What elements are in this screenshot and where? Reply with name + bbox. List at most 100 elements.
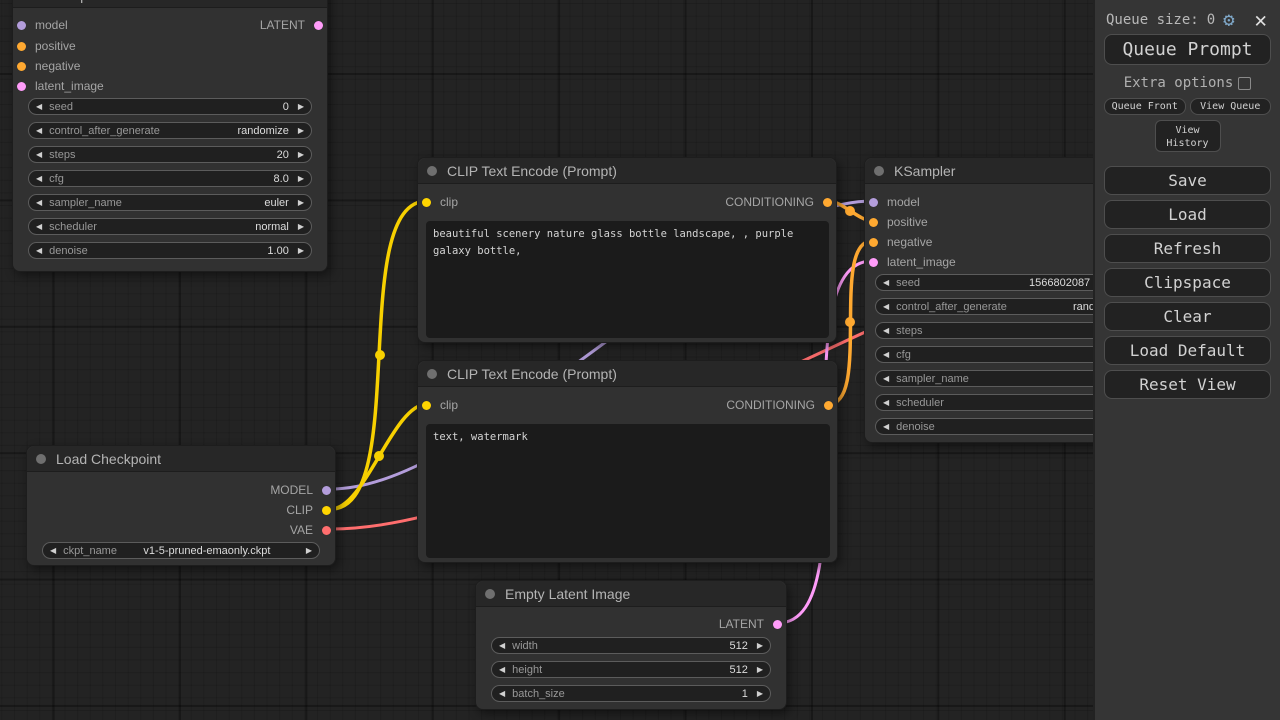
- node-empty-latent-image[interactable]: Empty Latent Image LATENT ◀width512▶ ◀he…: [475, 580, 787, 710]
- node-title-bar[interactable]: Load Checkpoint: [27, 446, 335, 472]
- collapse-dot[interactable]: [36, 454, 46, 464]
- collapse-dot[interactable]: [485, 589, 495, 599]
- output-port-conditioning[interactable]: CONDITIONING: [725, 193, 832, 211]
- increment-arrow-icon[interactable]: ▶: [291, 99, 311, 114]
- input-port-latent-image[interactable]: latent_image: [869, 253, 956, 271]
- queue-front-button[interactable]: Queue Front: [1104, 98, 1186, 115]
- port-dot-clip[interactable]: [322, 506, 331, 515]
- increment-arrow-icon[interactable]: ▶: [750, 662, 770, 677]
- node-load-checkpoint[interactable]: Load Checkpoint MODEL CLIP VAE ◀ckpt_nam…: [26, 445, 336, 566]
- prompt-textarea[interactable]: text, watermark: [426, 424, 830, 558]
- decrement-arrow-icon[interactable]: ◀: [29, 243, 49, 258]
- widget-sampler-name[interactable]: ◀sampler_nameeuler▶: [28, 194, 312, 211]
- collapse-dot[interactable]: [427, 166, 437, 176]
- decrement-arrow-icon[interactable]: ◀: [876, 299, 896, 314]
- port-dot-model[interactable]: [322, 486, 331, 495]
- input-port-positive[interactable]: positive: [17, 37, 76, 55]
- output-port-model[interactable]: MODEL: [270, 481, 331, 499]
- output-port-clip[interactable]: CLIP: [286, 501, 331, 519]
- decrement-arrow-icon[interactable]: ◀: [492, 686, 512, 701]
- settings-gear-icon[interactable]: ⚙: [1223, 12, 1234, 28]
- input-port-clip[interactable]: clip: [422, 193, 458, 211]
- queue-prompt-button[interactable]: Queue Prompt: [1104, 34, 1271, 65]
- view-history-button[interactable]: View History: [1155, 120, 1221, 152]
- decrement-arrow-icon[interactable]: ◀: [29, 171, 49, 186]
- port-dot-latent[interactable]: [17, 82, 26, 91]
- increment-arrow-icon[interactable]: ▶: [291, 195, 311, 210]
- input-port-negative[interactable]: negative: [17, 57, 80, 75]
- decrement-arrow-icon[interactable]: ◀: [492, 662, 512, 677]
- port-dot-latent[interactable]: [314, 21, 323, 30]
- port-dot-conditioning[interactable]: [824, 401, 833, 410]
- decrement-arrow-icon[interactable]: ◀: [29, 147, 49, 162]
- increment-arrow-icon[interactable]: ▶: [299, 543, 319, 558]
- port-dot-conditioning[interactable]: [823, 198, 832, 207]
- increment-arrow-icon[interactable]: ▶: [291, 147, 311, 162]
- node-title-bar[interactable]: Empty Latent Image: [476, 581, 786, 607]
- widget-width[interactable]: ◀width512▶: [491, 637, 771, 654]
- decrement-arrow-icon[interactable]: ◀: [29, 123, 49, 138]
- output-port-conditioning[interactable]: CONDITIONING: [726, 396, 833, 414]
- widget-height[interactable]: ◀height512▶: [491, 661, 771, 678]
- prompt-textarea[interactable]: beautiful scenery nature glass bottle la…: [426, 221, 829, 338]
- decrement-arrow-icon[interactable]: ◀: [876, 371, 896, 386]
- port-dot-conditioning[interactable]: [17, 62, 26, 71]
- increment-arrow-icon[interactable]: ▶: [750, 638, 770, 653]
- widget-denoise[interactable]: ◀denoise1.00▶: [28, 242, 312, 259]
- decrement-arrow-icon[interactable]: ◀: [876, 347, 896, 362]
- input-port-model[interactable]: model: [17, 16, 68, 34]
- input-port-positive[interactable]: positive: [869, 213, 928, 231]
- output-port-latent[interactable]: LATENT: [719, 615, 782, 633]
- port-dot-conditioning[interactable]: [869, 218, 878, 227]
- port-dot-model[interactable]: [17, 21, 26, 30]
- port-dot-conditioning[interactable]: [17, 42, 26, 51]
- port-dot-clip[interactable]: [422, 198, 431, 207]
- increment-arrow-icon[interactable]: ▶: [291, 219, 311, 234]
- decrement-arrow-icon[interactable]: ◀: [876, 275, 896, 290]
- save-button[interactable]: Save: [1104, 166, 1271, 195]
- extra-options-checkbox[interactable]: [1238, 77, 1251, 90]
- widget-cfg[interactable]: ◀cfg8.0▶: [28, 170, 312, 187]
- port-dot-model[interactable]: [869, 198, 878, 207]
- decrement-arrow-icon[interactable]: ◀: [43, 543, 63, 558]
- node-title-bar[interactable]: CLIP Text Encode (Prompt): [418, 158, 836, 184]
- port-dot-vae[interactable]: [322, 526, 331, 535]
- output-port-latent[interactable]: LATENT: [260, 16, 323, 34]
- clipspace-button[interactable]: Clipspace: [1104, 268, 1271, 297]
- port-dot-conditioning[interactable]: [869, 238, 878, 247]
- widget-batch-size[interactable]: ◀batch_size1▶: [491, 685, 771, 702]
- increment-arrow-icon[interactable]: ▶: [291, 243, 311, 258]
- decrement-arrow-icon[interactable]: ◀: [29, 219, 49, 234]
- input-port-negative[interactable]: negative: [869, 233, 932, 251]
- increment-arrow-icon[interactable]: ▶: [750, 686, 770, 701]
- widget-control-after-generate[interactable]: ◀control_after_generaterandomize▶: [28, 122, 312, 139]
- node-clip-text-encode-negative[interactable]: CLIP Text Encode (Prompt) clip CONDITION…: [417, 360, 838, 563]
- decrement-arrow-icon[interactable]: ◀: [876, 323, 896, 338]
- collapse-dot[interactable]: [874, 166, 884, 176]
- load-default-button[interactable]: Load Default: [1104, 336, 1271, 365]
- increment-arrow-icon[interactable]: ▶: [291, 123, 311, 138]
- increment-arrow-icon[interactable]: ▶: [291, 171, 311, 186]
- output-port-vae[interactable]: VAE: [290, 521, 331, 539]
- decrement-arrow-icon[interactable]: ◀: [876, 395, 896, 410]
- clear-button[interactable]: Clear: [1104, 302, 1271, 331]
- view-queue-button[interactable]: View Queue: [1190, 98, 1272, 115]
- input-port-latent-image[interactable]: latent_image: [17, 77, 104, 95]
- node-clip-text-encode-positive[interactable]: CLIP Text Encode (Prompt) clip CONDITION…: [417, 157, 837, 343]
- node-title-bar[interactable]: CLIP Text Encode (Prompt): [418, 361, 837, 387]
- widget-seed[interactable]: ◀seed0▶: [28, 98, 312, 115]
- close-icon[interactable]: ✕: [1254, 12, 1267, 28]
- port-dot-latent[interactable]: [869, 258, 878, 267]
- decrement-arrow-icon[interactable]: ◀: [29, 195, 49, 210]
- widget-scheduler[interactable]: ◀schedulernormal▶: [28, 218, 312, 235]
- input-port-clip[interactable]: clip: [422, 396, 458, 414]
- load-button[interactable]: Load: [1104, 200, 1271, 229]
- decrement-arrow-icon[interactable]: ◀: [876, 419, 896, 434]
- widget-steps[interactable]: ◀steps20▶: [28, 146, 312, 163]
- decrement-arrow-icon[interactable]: ◀: [29, 99, 49, 114]
- node-ksampler-topleft[interactable]: KSampler model positive negative latent_…: [12, 0, 328, 272]
- reset-view-button[interactable]: Reset View: [1104, 370, 1271, 399]
- collapse-dot[interactable]: [427, 369, 437, 379]
- node-title-bar[interactable]: KSampler: [13, 0, 327, 8]
- refresh-button[interactable]: Refresh: [1104, 234, 1271, 263]
